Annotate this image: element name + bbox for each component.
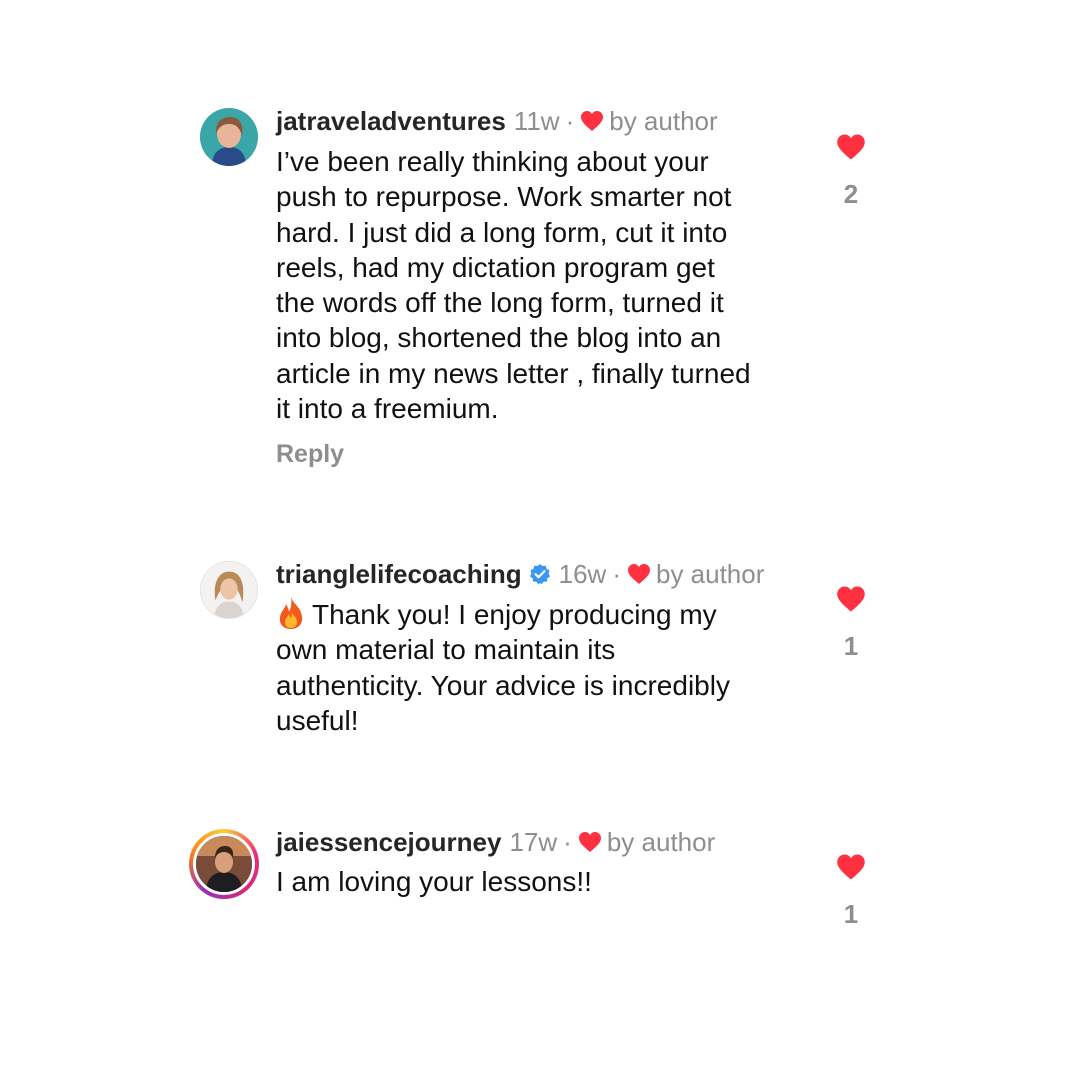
avatar[interactable] xyxy=(189,829,259,899)
reply-button[interactable]: Reply xyxy=(276,440,344,469)
heart-icon xyxy=(837,854,865,880)
comment-text-line: push to repurpose. Work smarter not xyxy=(276,181,732,213)
comment-text-line: authenticity. Your advice is incredibly xyxy=(276,669,730,701)
separator: · xyxy=(612,558,621,589)
comment-text-line: it into a freemium. xyxy=(276,393,499,425)
avatar[interactable] xyxy=(200,561,258,619)
username[interactable]: trianglelifecoaching xyxy=(276,559,522,590)
comment-text-line: own material to maintain its xyxy=(276,634,616,666)
comment-text-segment: Thank you! I enjoy producing my xyxy=(312,599,717,630)
separator: · xyxy=(565,105,575,136)
heart-icon xyxy=(837,586,865,612)
comment-text: Thank you! I enjoy producing my own mate… xyxy=(276,596,806,738)
like-control: 1 xyxy=(826,585,876,662)
username[interactable]: jatraveladventures xyxy=(276,106,506,137)
comment-text-line: I’ve been really thinking about your xyxy=(276,146,709,177)
comment-text-line: Thank you! I enjoy producing my xyxy=(276,596,806,632)
avatar[interactable] xyxy=(200,108,258,166)
comment-text: I am loving your lessons!! xyxy=(276,864,806,899)
verified-badge-icon xyxy=(529,563,551,585)
timestamp[interactable]: 11w xyxy=(514,106,560,137)
timestamp[interactable]: 17w xyxy=(509,827,557,858)
comment-text-line: reels, had my dictation program get xyxy=(276,251,715,283)
like-button[interactable] xyxy=(836,133,866,161)
comment-text-line: I am loving your lessons!! xyxy=(276,866,592,897)
heart-icon xyxy=(837,134,865,160)
comment-header: trianglelifecoaching 16w · by author xyxy=(276,557,764,591)
username[interactable]: jaiessencejourney xyxy=(276,827,501,858)
like-count[interactable]: 1 xyxy=(826,631,876,662)
heart-icon xyxy=(578,831,602,853)
liked-by-author-label: by author xyxy=(655,558,765,589)
liked-by-author-label: by author xyxy=(606,826,716,857)
liked-by-author-label: by author xyxy=(609,105,718,136)
comment-text: I’ve been really thinking about your pus… xyxy=(276,144,806,426)
comment-text-line: article in my news letter , finally turn… xyxy=(276,357,751,389)
fire-emoji xyxy=(276,596,306,630)
comment-header: jatraveladventures 11w · by author xyxy=(276,104,718,138)
like-control: 2 xyxy=(826,133,876,210)
comment-text-line: useful! xyxy=(276,704,359,736)
separator: · xyxy=(563,826,572,857)
heart-icon xyxy=(627,563,651,585)
avatar-photo xyxy=(193,833,255,895)
comment-text-line: hard. I just did a long form, cut it int… xyxy=(276,216,728,248)
comment-text-line: into blog, shortened the blog into an xyxy=(276,322,722,354)
like-button[interactable] xyxy=(836,853,866,881)
timestamp[interactable]: 16w xyxy=(559,559,607,590)
like-control: 1 xyxy=(826,853,876,930)
like-count[interactable]: 1 xyxy=(826,899,876,930)
avatar-photo xyxy=(201,562,257,618)
like-count[interactable]: 2 xyxy=(826,179,876,210)
heart-icon xyxy=(580,110,604,132)
like-button[interactable] xyxy=(836,585,866,613)
avatar-photo xyxy=(200,108,258,166)
comment-text-line: the words off the long form, turned it xyxy=(276,287,724,319)
comment-header: jaiessencejourney 17w · by author xyxy=(276,825,715,859)
